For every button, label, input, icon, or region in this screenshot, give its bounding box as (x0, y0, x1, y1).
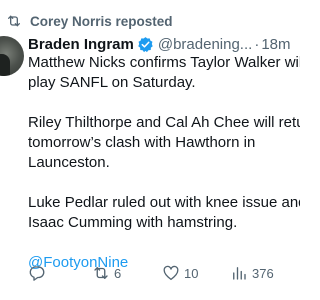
separator-dot: · (254, 35, 260, 53)
repost-banner[interactable]: Corey Norris reposted (6, 12, 173, 30)
tweet-card[interactable]: Corey Norris reposted Braden Ingram @bra… (0, 0, 300, 300)
repost-button[interactable]: 6 (92, 262, 121, 284)
avatar[interactable] (0, 36, 24, 76)
repost-banner-text: Corey Norris reposted (30, 13, 173, 29)
reply-icon (28, 264, 46, 282)
timestamp[interactable]: 18m (261, 36, 290, 53)
repost-icon (6, 13, 22, 29)
verified-badge-icon (137, 36, 154, 53)
reply-button[interactable] (28, 262, 50, 284)
repost-icon (92, 264, 110, 282)
heart-icon (162, 264, 180, 282)
views-count: 376 (252, 265, 274, 281)
tweet-text: Matthew Nicks confirms Taylor Walker wil… (28, 53, 300, 273)
views-button[interactable]: 376 (230, 262, 274, 284)
like-count: 10 (184, 265, 199, 281)
tweet-header: Braden Ingram @bradening... · 18m (28, 34, 291, 54)
author-handle[interactable]: @bradening... (158, 36, 252, 53)
tweet-paragraph: Matthew Nicks confirms Taylor Walker wil… (28, 54, 300, 91)
action-bar: 6 10 376 (28, 262, 300, 284)
views-chart-icon (230, 264, 248, 282)
tweet-paragraph: Luke Pedlar ruled out with knee issue an… (28, 194, 300, 231)
repost-count: 6 (114, 265, 122, 281)
author-display-name[interactable]: Braden Ingram (28, 36, 134, 53)
tweet-paragraph: Riley Thilthorpe and Cal Ah Chee will re… (28, 114, 300, 171)
like-button[interactable]: 10 (162, 262, 198, 284)
